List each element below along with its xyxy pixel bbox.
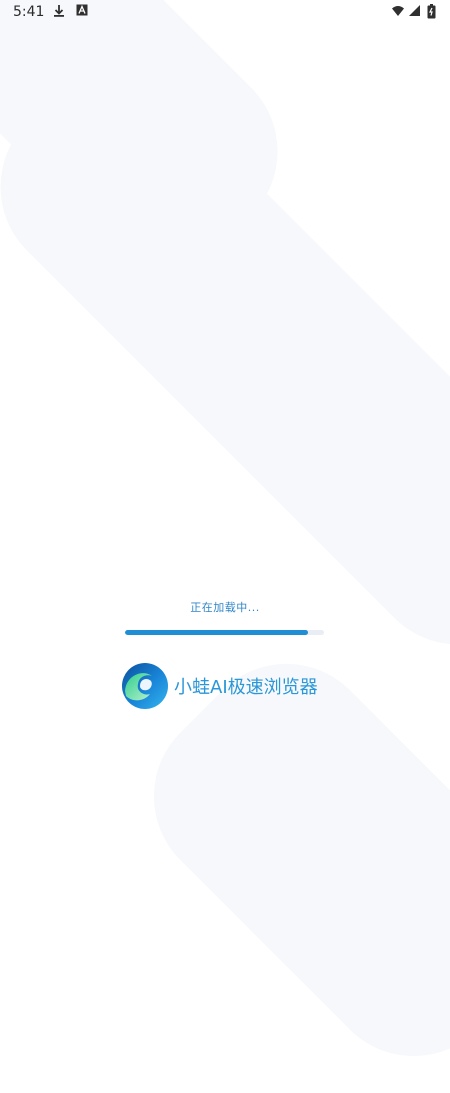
download-icon	[54, 5, 64, 17]
app-name: 小蛙AI极速浏览器	[174, 677, 318, 698]
app-logo-icon	[122, 663, 168, 709]
signal-icon	[409, 5, 420, 16]
status-time: 5:41	[13, 4, 45, 20]
loading-progress-bar	[125, 630, 324, 635]
battery-icon	[427, 4, 436, 19]
wifi-icon	[392, 6, 404, 16]
status-bar: 5:41	[0, 0, 450, 26]
app-brand: 小蛙AI极速浏览器	[120, 662, 318, 710]
loading-progress-fill	[125, 630, 309, 635]
font-a-icon	[76, 4, 88, 16]
loading-text: 正在加载中...	[190, 601, 260, 614]
